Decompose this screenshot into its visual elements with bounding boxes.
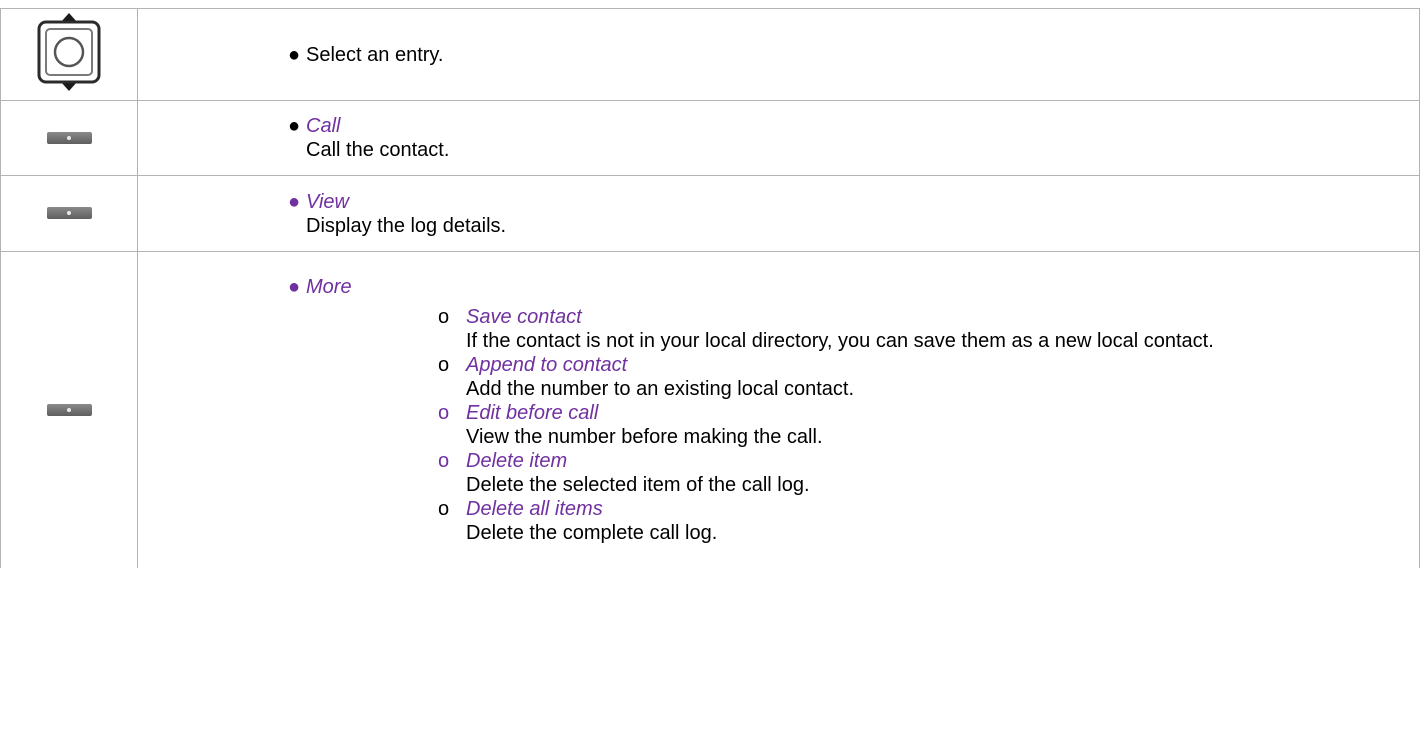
softkey-icon: [46, 131, 92, 144]
call-log-actions-table: ● Select an entry. ● Call Call the conta…: [0, 8, 1420, 568]
more-options-list: o Save contact If the contact is not in …: [438, 305, 1399, 545]
option-description: View the number before making the call.: [466, 425, 823, 448]
icon-cell: [0, 175, 138, 252]
action-label-more: More: [306, 275, 352, 298]
option-label: Delete item: [466, 449, 568, 472]
list-item: ● View Display the log details.: [288, 190, 1399, 238]
option-description: If the contact is not in your local dire…: [466, 329, 1214, 352]
action-label-call: Call: [306, 115, 341, 137]
list-item: ● Select an entry.: [288, 43, 1399, 67]
softkey-icon: [46, 207, 92, 220]
sub-bullet-icon: o: [438, 353, 450, 376]
text-cell: ● Select an entry.: [137, 8, 1420, 101]
action-label-view: View: [306, 190, 349, 213]
sub-list-item: o Delete all items Delete the complete c…: [438, 497, 1399, 545]
table-row: ● Select an entry.: [0, 8, 1420, 101]
option-description: Add the number to an existing local cont…: [466, 377, 855, 400]
sub-list-item: o Edit before call View the number befor…: [438, 401, 1399, 449]
icon-cell: [0, 8, 138, 101]
option-label: Save contact: [466, 305, 582, 328]
table-row: ● Call Call the contact.: [0, 100, 1420, 176]
sub-list-item: o Delete item Delete the selected item o…: [438, 449, 1399, 497]
option-description: Delete the complete call log.: [466, 521, 718, 544]
instruction-text: Select an entry.: [306, 43, 444, 66]
action-description: Call the contact.: [306, 139, 450, 161]
text-cell: ● Call Call the contact.: [137, 100, 1420, 176]
bullet-icon: ●: [288, 190, 301, 213]
table-row: ● View Display the log details.: [0, 175, 1420, 252]
option-description: Delete the selected item of the call log…: [466, 473, 810, 496]
sub-list-item: o Append to contact Add the number to an…: [438, 353, 1399, 401]
option-label: Delete all items: [466, 497, 603, 520]
sub-bullet-icon: o: [438, 401, 450, 424]
text-cell: ● More o Save contact If the contact is …: [137, 251, 1420, 568]
icon-cell: [0, 100, 138, 176]
sub-list-item: o Save contact If the contact is not in …: [438, 305, 1399, 353]
option-label: Append to contact: [466, 353, 628, 376]
bullet-icon: ●: [288, 275, 301, 298]
list-item: ● Call Call the contact.: [288, 114, 1399, 162]
option-label: Edit before call: [466, 401, 599, 424]
bullet-icon: ●: [288, 115, 301, 137]
navigation-key-icon: [35, 12, 103, 97]
sub-bullet-icon: o: [438, 305, 450, 328]
bullet-icon: ●: [288, 43, 301, 66]
icon-cell: [0, 251, 138, 568]
sub-bullet-icon: o: [438, 497, 450, 520]
table-row: ● More o Save contact If the contact is …: [0, 251, 1420, 568]
list-item: ● More: [288, 275, 1399, 299]
softkey-icon: [46, 403, 92, 416]
text-cell: ● View Display the log details.: [137, 175, 1420, 252]
action-description: Display the log details.: [306, 214, 507, 237]
sub-bullet-icon: o: [438, 449, 450, 472]
